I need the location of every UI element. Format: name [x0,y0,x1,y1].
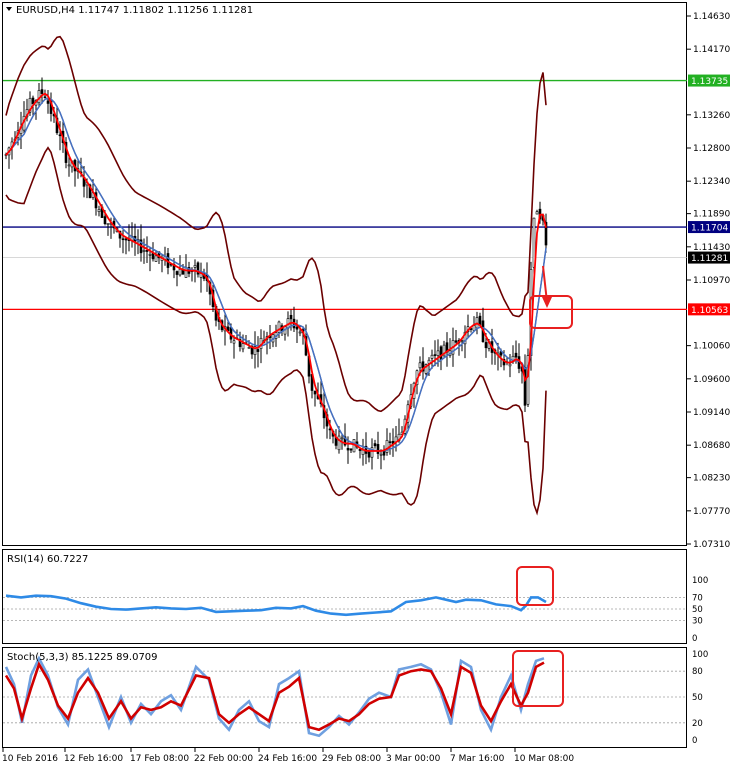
candle-body [514,352,518,358]
candle-body [145,250,149,252]
x-tick-label: 7 Mar 16:00 [450,754,505,764]
candle-body [67,164,71,167]
candle-body [373,443,377,447]
rsi-y-tick-label: 100 [692,576,708,586]
candle-body [58,134,62,137]
candle-body [295,326,299,330]
stoch-y-tick-label: 50 [692,693,703,703]
price-y-tick-label: 1.14170 [693,45,730,55]
candle-body [418,362,422,369]
price-y-tick-label: 1.11890 [693,210,730,220]
stoch-y-tick-label: 80 [692,667,703,677]
candle-body [478,315,482,326]
x-tick-label: 29 Feb 08:00 [322,754,381,764]
candle-body [256,349,260,352]
price-y-tick-label: 1.07310 [693,540,730,550]
candle-body [508,363,512,367]
candle-body [484,342,488,349]
price-y-tick-label: 1.14630 [693,12,730,22]
candle-body [376,444,380,454]
price-y-tick-label: 1.07770 [693,507,730,517]
chart-window: 1.14630 1.14170 1.13260 1.12800 1.12340 1.118… [0,0,731,768]
rsi-panel-frame [2,549,687,644]
rsi-y-tick-label: 70 [692,593,703,603]
candle-body [247,347,251,349]
x-tick-label: 3 Mar 00:00 [386,754,441,764]
price-y-tick-label: 1.12800 [693,144,730,154]
candle-body [121,238,125,241]
chart-canvas[interactable]: 1.14630 1.14170 1.13260 1.12800 1.12340 1.118… [0,0,731,768]
candle-body [106,223,110,225]
rsi-y-tick-label: 30 [692,617,703,627]
candle-body [97,209,101,212]
candle-body [193,265,197,268]
price-y-tick-label: 1.09140 [693,408,730,418]
candle-body [439,346,443,361]
rsi-title: RSI(14) 60.7227 [7,554,88,565]
x-tick-label: 10 Mar 08:00 [514,754,574,764]
candle-body [337,435,341,451]
price-y-tick-label: 1.10970 [693,276,730,286]
price-y-tick-label: 1.12340 [693,177,730,187]
candle-body [46,100,50,104]
rsi-y-tick-label: 0 [692,634,697,644]
candle-body [298,331,302,334]
candle-body [40,89,44,94]
price-y-tick-label: 1.11430 [693,243,730,253]
level-price-label: 1.11704 [691,224,728,234]
price-y-tick-label: 1.13260 [693,111,730,121]
candle-body [103,216,107,224]
x-tick-label: 17 Feb 08:00 [130,754,189,764]
candle-body [124,238,128,241]
candle-body [433,354,437,356]
stoch-title: Stoch(5,3,3) 85.1225 89.0709 [7,652,158,663]
candle-body [31,97,35,105]
candle-body [181,269,185,275]
candle-body [379,453,383,456]
candle-body [184,267,188,278]
x-tick-label: 24 Feb 16:00 [258,754,317,764]
candle-body [388,441,392,443]
level-price-label: 1.10563 [691,306,728,316]
x-tick-label: 12 Feb 16:00 [64,754,123,764]
rsi-y-tick-label: 50 [692,605,703,615]
candle-body [289,314,293,320]
candle-body [313,390,317,395]
candle-body [436,350,440,356]
candle-body [328,428,332,431]
candle-body [346,447,350,451]
current-price-label: 1.11281 [691,254,728,264]
candle-body [175,271,179,275]
candle-body [232,340,236,344]
x-tick-label: 10 Feb 2016 [2,754,58,764]
candle-body [349,448,353,451]
candle-body [367,451,371,458]
candle-body [340,437,344,440]
price-y-tick-label: 1.08230 [693,474,730,484]
candle-body [241,343,245,350]
candle-body [535,211,539,215]
candle-body [154,255,158,262]
candle-body [358,449,362,451]
price-panel-frame [2,2,687,546]
candle-body [430,354,434,359]
stoch-y-tick-label: 0 [692,736,697,746]
candle-body [178,269,182,276]
level-price-label: 1.13735 [691,77,728,87]
price-y-tick-label: 1.08680 [693,441,730,451]
candle-body [454,340,458,343]
price-y-tick-label: 1.09600 [693,375,730,385]
candle-body [148,253,152,256]
stoch-y-tick-label: 20 [692,719,703,729]
candle-body [142,250,146,252]
price-title: EURUSD,H4 1.11747 1.11802 1.11256 1.1128… [16,5,253,16]
stoch-y-tick-label: 100 [692,650,708,660]
x-tick-label: 22 Feb 00:00 [194,754,253,764]
candle-body [460,340,464,342]
candle-body [43,96,47,99]
price-y-tick-label: 1.10060 [693,342,730,352]
